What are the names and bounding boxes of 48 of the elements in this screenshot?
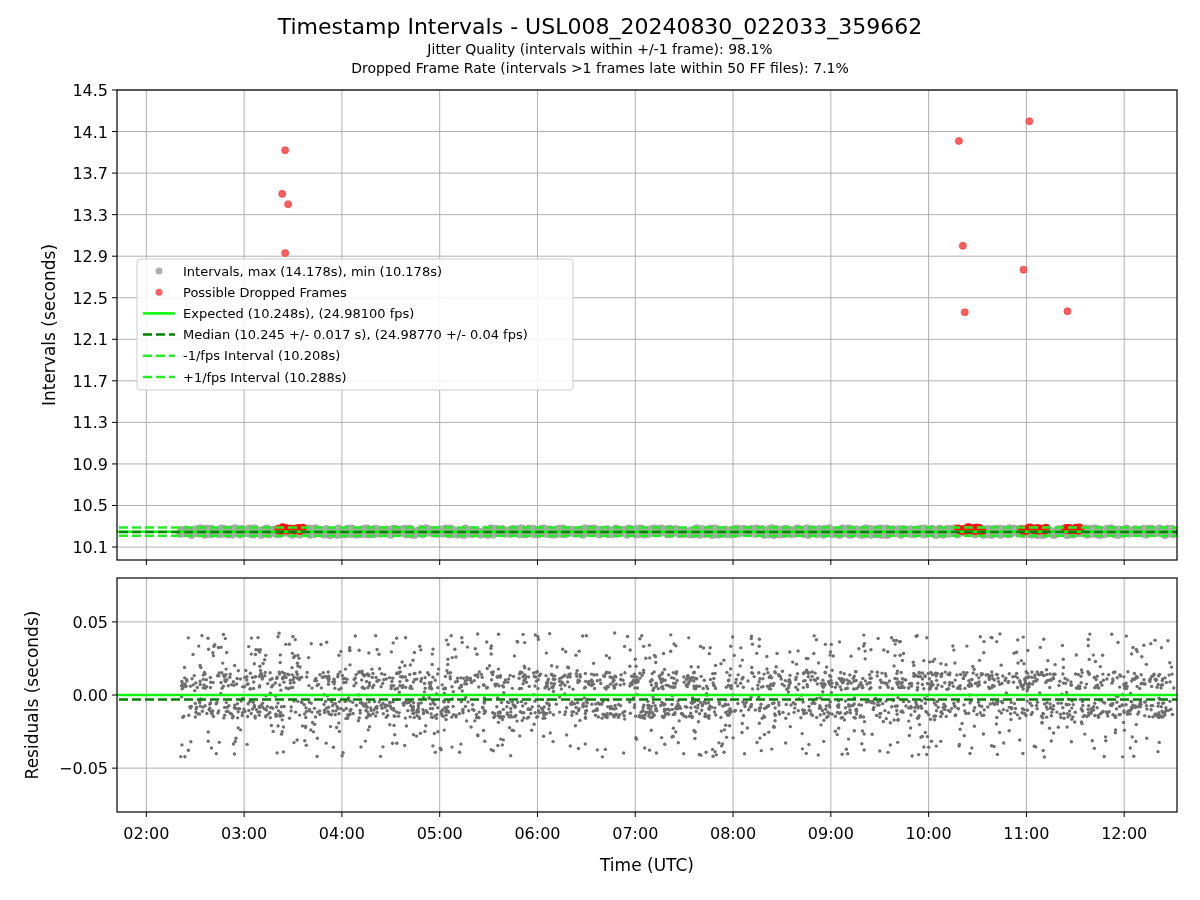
chart-title: Timestamp Intervals - USL008_20240830_022033_359662 — [277, 14, 923, 40]
x-axis-label: Time (UTC) — [600, 855, 694, 875]
x-tick-label: 09:00 — [807, 824, 854, 843]
y-tick-label: 12.5 — [72, 288, 108, 308]
y-tick-label: 0.00 — [72, 686, 108, 705]
y-tick-label: 0.05 — [72, 612, 108, 632]
y-tick-label: 11.7 — [72, 371, 108, 391]
x-tick-label: 02:00 — [123, 824, 170, 843]
legend-label: Intervals, max (14.178s), min (10.178s) — [183, 263, 442, 279]
y-tick-label: 10.5 — [72, 496, 108, 516]
y-tick-label: 10.9 — [72, 454, 108, 474]
y-tick-label: 12.1 — [72, 330, 108, 350]
chart-subtitle: Dropped Frame Rate (intervals >1 frames late within 50 FF files): 7.1% — [351, 59, 849, 78]
dropped-frame-point — [278, 190, 287, 198]
chart-subtitle: Jitter Quality (intervals within +/-1 frame): 98.1% — [427, 40, 773, 59]
y-tick-label: 11.3 — [72, 413, 108, 433]
x-tick-label: 05:00 — [416, 824, 463, 843]
x-tick-label: 03:00 — [221, 824, 268, 843]
y-tick-label: 10.1 — [72, 538, 108, 557]
legend-label: Expected (10.248s), (24.98100 fps) — [183, 305, 415, 321]
x-tick-label: 10:00 — [905, 824, 952, 843]
y-tick-label: 13.3 — [72, 205, 108, 225]
dropped-frame-point — [281, 146, 289, 155]
legend-label: -1/fps Interval (10.208s) — [183, 348, 341, 364]
dropped-frame-point — [284, 200, 292, 209]
y-tick-label: 13.7 — [72, 164, 108, 184]
x-tick-label: 08:00 — [710, 824, 757, 843]
dropped-frame-point — [959, 242, 967, 250]
dropped-frame-point — [1063, 307, 1072, 316]
x-tick-label: 06:00 — [514, 824, 561, 843]
x-tick-label: 07:00 — [612, 824, 659, 843]
dropped-frame-point — [955, 137, 963, 145]
y-axis-label: Intervals (seconds) — [39, 243, 59, 407]
y-axis-label: Residuals (seconds) — [22, 610, 42, 780]
y-tick-label: 14.5 — [72, 81, 108, 100]
dropped-frame-point — [1025, 117, 1034, 125]
y-tick-label: 12.9 — [72, 247, 108, 267]
x-tick-label: 12:00 — [1101, 824, 1148, 843]
y-tick-label: −0.05 — [58, 759, 108, 779]
legend-label: Possible Dropped Frames — [183, 284, 347, 300]
x-tick-label: 11:00 — [1003, 824, 1050, 843]
dropped-frame-point — [1019, 265, 1028, 274]
dropped-frame-point — [281, 249, 289, 257]
legend-label: Median (10.245 +/- 0.017 s), (24.98770 +/- 0.04 fps) — [183, 327, 528, 343]
y-tick-label: 14.1 — [72, 122, 108, 142]
x-tick-label: 04:00 — [318, 824, 365, 843]
legend-label: +1/fps Interval (10.288s) — [183, 369, 347, 385]
dropped-frame-point — [961, 308, 969, 317]
